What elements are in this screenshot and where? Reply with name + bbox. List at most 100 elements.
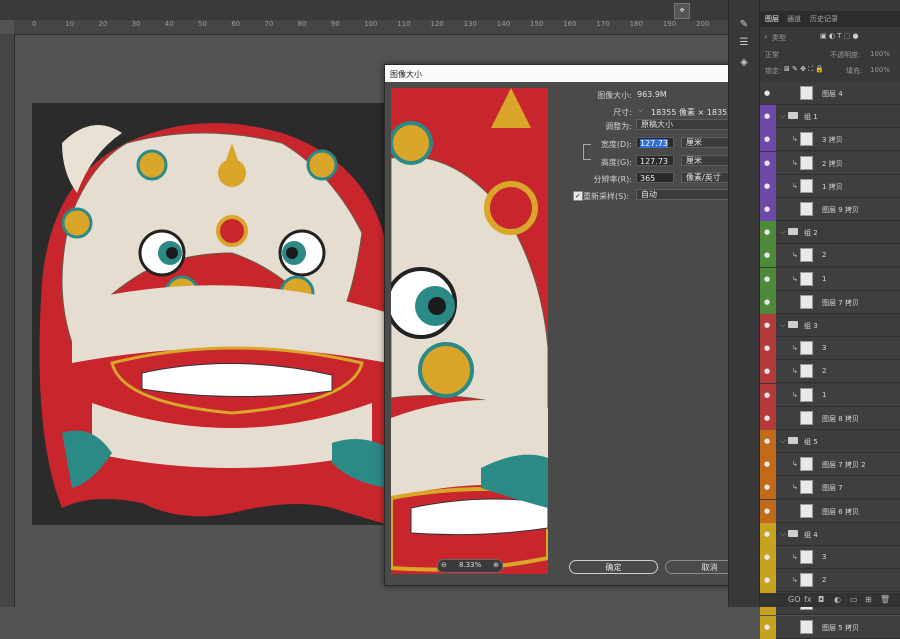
layer-name: 3 <box>822 553 827 561</box>
chevron-down-icon[interactable]: ⌵ <box>780 437 785 446</box>
layer-row[interactable]: ● 图层 9 拷贝 <box>760 198 900 221</box>
layer-row[interactable]: ● ↳ 2 <box>760 360 900 384</box>
visibility-eye-icon[interactable]: ● <box>764 112 770 120</box>
opacity-value[interactable]: 100% <box>870 50 890 58</box>
preview-area[interactable] <box>391 88 548 574</box>
layer-group-row[interactable]: ● ⌵ 组 5 <box>760 430 900 453</box>
tab-channels[interactable]: 通道 <box>787 14 801 24</box>
layer-row[interactable]: ● ↳ 1 拷贝 <box>760 174 900 198</box>
visibility-eye-icon[interactable]: ● <box>764 437 770 445</box>
layer-row[interactable]: ● ↳ 1 <box>760 383 900 407</box>
clip-arrow-icon: ↳ <box>792 158 798 167</box>
panel-toolstrip: ✎ ☰ ◈ <box>728 0 759 607</box>
layer-thumbnail <box>800 178 813 193</box>
layer-row[interactable]: ● ↳ 3 拷贝 <box>760 128 900 152</box>
width-input[interactable]: 127.73 <box>636 137 674 148</box>
new-layer-icon[interactable]: ⊞ <box>865 595 872 604</box>
visibility-eye-icon[interactable]: ● <box>764 135 770 143</box>
ruler-tick: 160 <box>563 20 577 28</box>
layer-filter-input[interactable]: 类型 <box>772 33 812 43</box>
visibility-eye-icon[interactable]: ● <box>764 344 770 352</box>
resample-checkbox[interactable]: ✓ <box>573 191 583 201</box>
layer-row[interactable]: ● 图层 8 拷贝 <box>760 406 900 430</box>
visibility-eye-icon[interactable]: ● <box>764 623 770 631</box>
clip-arrow-icon: ↳ <box>792 553 798 561</box>
chevron-down-icon[interactable]: ⌵ <box>780 321 785 330</box>
cube-icon[interactable]: ◈ <box>736 56 752 70</box>
zoom-control[interactable]: ⊖ 8.33% ⊕ <box>437 559 503 573</box>
layer-row[interactable]: ● ↳ 3 <box>760 337 900 361</box>
brush-icon[interactable]: ✎ <box>736 18 752 32</box>
fx-icon[interactable]: fx <box>804 595 812 604</box>
layer-group-row[interactable]: ● ⌵ 组 1 <box>760 105 900 129</box>
visibility-eye-icon[interactable]: ● <box>764 414 770 422</box>
blend-mode-dropdown[interactable]: 正常 <box>765 50 779 60</box>
layer-thumbnail <box>800 364 813 379</box>
visibility-eye-icon[interactable]: ● <box>764 367 770 375</box>
filter-icons[interactable]: ▣ ◐ T ⬚ ● <box>820 32 859 40</box>
layer-row[interactable]: ● ↳ 图层 7 拷贝 2 <box>760 453 900 477</box>
visibility-eye-icon[interactable]: ● <box>764 530 770 538</box>
folder-icon <box>788 321 798 328</box>
tab-layers[interactable]: 图层 <box>765 14 779 24</box>
folder-icon[interactable]: ▭ <box>850 595 858 604</box>
height-input[interactable]: 127.73 <box>636 155 674 166</box>
layer-group-row[interactable]: ● ⌵ 组 3 <box>760 314 900 337</box>
visibility-eye-icon[interactable]: ● <box>764 553 770 561</box>
layer-row[interactable]: ● 图层 4 <box>760 82 900 105</box>
visibility-eye-icon[interactable]: ● <box>764 251 770 259</box>
chevron-down-icon[interactable]: ⌵ <box>780 112 785 121</box>
layer-row[interactable]: ● 图层 6 拷贝 <box>760 499 900 523</box>
document-canvas[interactable] <box>32 103 388 525</box>
visibility-eye-icon[interactable]: ● <box>764 483 770 491</box>
layer-name: 1 拷贝 <box>822 182 843 191</box>
resolution-input[interactable]: 365 <box>636 172 674 183</box>
width-unit-value: 厘米 <box>686 138 702 147</box>
visibility-eye-icon[interactable]: ● <box>764 159 770 167</box>
lock-icons[interactable]: ⊠ ✎ ✥ ⛶ 🔒 <box>784 65 824 74</box>
layer-row[interactable]: ● 图层 5 拷贝 <box>760 615 900 639</box>
chevron-down-icon[interactable]: ⌵ <box>780 530 785 539</box>
fill-value[interactable]: 100% <box>870 66 890 74</box>
layer-row[interactable]: ● ↳ 3 <box>760 546 900 569</box>
adjustment-icon[interactable]: ◐ <box>834 595 841 604</box>
lock-label: 锁定: <box>765 67 782 75</box>
trash-icon[interactable]: 🗑 <box>880 595 890 604</box>
visibility-eye-icon[interactable]: ● <box>764 89 770 97</box>
chevron-down-icon[interactable]: ⌵ <box>638 106 643 115</box>
layer-row[interactable]: ● ↳ 图层 7 <box>760 476 900 500</box>
layer-row[interactable]: ● 图层 7 拷贝 <box>760 290 900 314</box>
ruler-tick: 60 <box>231 20 241 28</box>
sliders-icon[interactable]: ☰ <box>736 36 752 50</box>
layer-name: 3 拷贝 <box>822 136 843 145</box>
chevron-down-icon[interactable]: ⌵ <box>780 228 785 237</box>
visibility-eye-icon[interactable]: ● <box>764 182 770 190</box>
preview-artwork <box>391 88 548 574</box>
opacity-label: 不透明度: <box>830 51 861 59</box>
visibility-eye-icon[interactable]: ● <box>764 298 770 306</box>
visibility-eye-icon[interactable]: ● <box>764 576 770 584</box>
zoom-out-icon[interactable]: ⊖ <box>441 561 447 569</box>
ok-button[interactable]: 确定 <box>569 560 658 574</box>
link-layers-icon[interactable]: GO <box>788 595 801 604</box>
layer-group-row[interactable]: ● ⌵ 组 2 <box>760 221 900 245</box>
visibility-eye-icon[interactable]: ● <box>764 391 770 399</box>
layer-row[interactable]: ● ↳ 2 <box>760 569 900 593</box>
dialog-title-bar[interactable]: 图像大小 ✕ <box>385 65 762 82</box>
layer-group-row[interactable]: ● ⌵ 组 4 <box>760 522 900 546</box>
visibility-eye-icon[interactable]: ● <box>764 507 770 515</box>
mask-icon[interactable]: ◘ <box>818 595 824 604</box>
tab-history[interactable]: 历史记录 <box>810 14 838 24</box>
layer-row[interactable]: ● ↳ 2 拷贝 <box>760 151 900 175</box>
layer-thumbnail <box>800 619 813 634</box>
ruler-tick: 120 <box>430 20 444 28</box>
zoom-in-icon[interactable]: ⊕ <box>493 561 499 569</box>
visibility-eye-icon[interactable]: ● <box>764 275 770 283</box>
visibility-eye-icon[interactable]: ● <box>764 460 770 468</box>
visibility-eye-icon[interactable]: ● <box>764 321 770 329</box>
transform-icon[interactable]: ⌖ <box>674 3 690 19</box>
visibility-eye-icon[interactable]: ● <box>764 228 770 236</box>
visibility-eye-icon[interactable]: ● <box>764 205 770 213</box>
layer-row[interactable]: ● ↳ 1 <box>760 267 900 291</box>
layer-row[interactable]: ● ↳ 2 <box>760 244 900 268</box>
